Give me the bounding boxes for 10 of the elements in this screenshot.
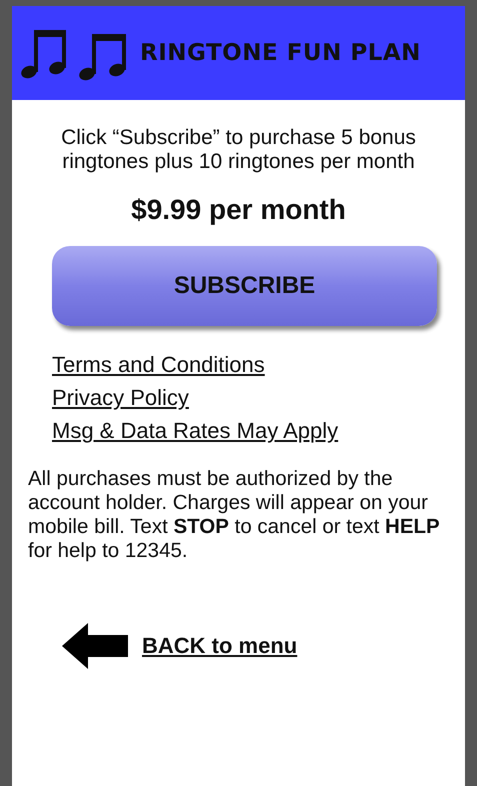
app-title: RINGTONE FUN PLAN xyxy=(140,40,421,66)
back-arrow-icon xyxy=(62,623,128,669)
notice-text: All purchases must be authorized by the account holder. Charges will appear on your mobile bill. Text STOP to cancel or text HELP for help to 12345. xyxy=(28,467,441,563)
back-link[interactable]: BACK to menu xyxy=(142,633,298,659)
price-text: $9.99 per month xyxy=(130,194,347,226)
intro-text: Click “Subscribe” to purchase 5 bonus ringtones plus 10 ringtones per month xyxy=(60,126,417,174)
text-link[interactable]: Privacy Policy xyxy=(52,381,189,414)
text-link[interactable]: Terms and Conditions xyxy=(52,348,265,381)
text-link[interactable]: Msg & Data Rates May Apply xyxy=(52,414,338,447)
subscribe-button[interactable]: SUBSCRIBE xyxy=(52,246,437,326)
